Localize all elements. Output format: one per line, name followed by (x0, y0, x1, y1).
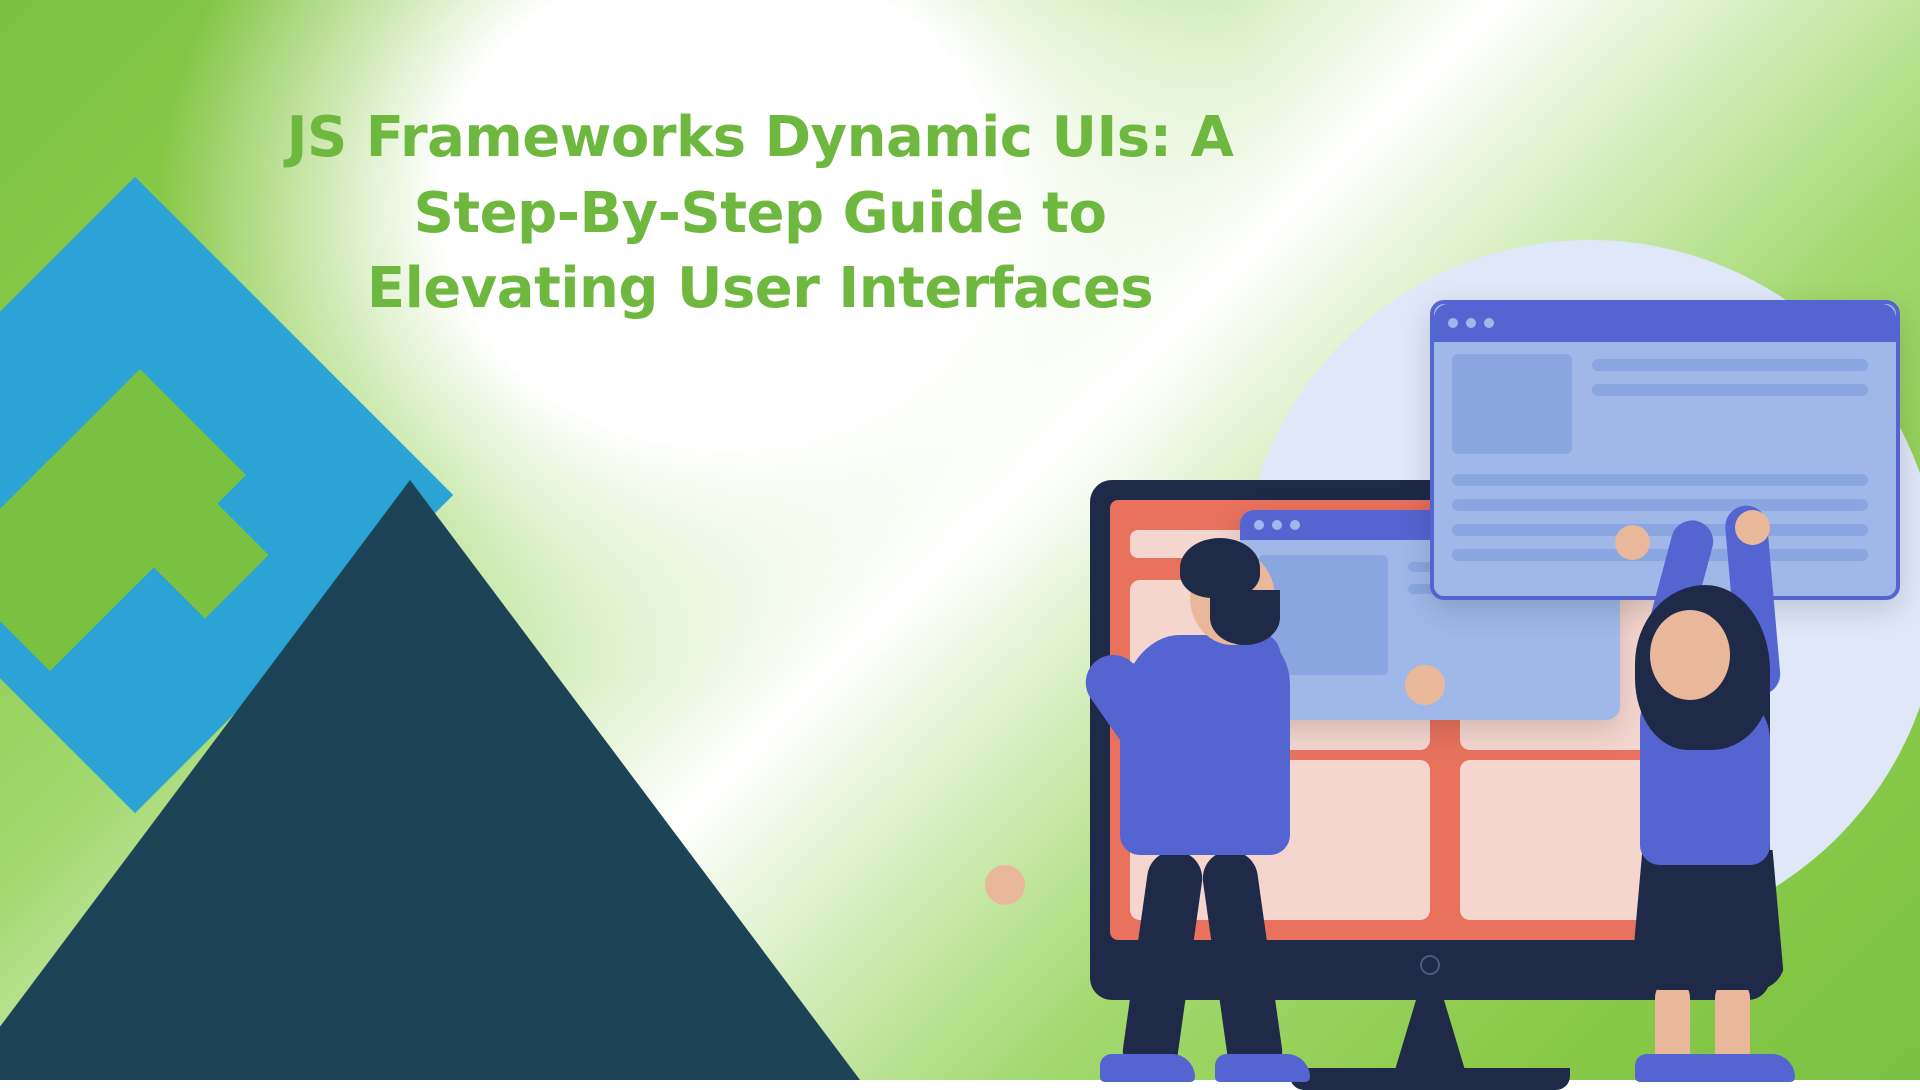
shoe-icon (1100, 1054, 1195, 1082)
text-line-icon (1592, 359, 1868, 371)
text-line-icon (1592, 384, 1868, 396)
shoe-icon (1700, 1054, 1795, 1082)
person-male-icon (1060, 520, 1340, 1080)
shoe-icon (1215, 1054, 1310, 1082)
leg-icon (1119, 847, 1205, 1082)
window-dot-icon (1448, 318, 1458, 328)
window-dot-icon (1466, 318, 1476, 328)
hand-icon (1405, 665, 1445, 705)
hand-icon (1735, 510, 1770, 545)
window-titlebar-icon (1434, 304, 1896, 342)
hero-illustration (940, 180, 1880, 1080)
thumb-icon (1452, 354, 1572, 454)
decor-triangle-dark (0, 480, 860, 1080)
beard-icon (1210, 590, 1280, 645)
skirt-icon (1630, 850, 1785, 990)
hand-icon (1615, 525, 1650, 560)
person-female-icon (1580, 540, 1820, 1080)
window-dot-icon (1484, 318, 1494, 328)
text-line-icon (1452, 499, 1868, 511)
leg-icon (1199, 847, 1285, 1082)
text-line-icon (1452, 474, 1868, 486)
text-line-icon (1452, 524, 1868, 536)
hand-icon (985, 865, 1025, 905)
head-icon (1650, 610, 1730, 700)
monitor-stand-neck (1395, 1000, 1465, 1070)
hair-icon (1180, 538, 1260, 598)
